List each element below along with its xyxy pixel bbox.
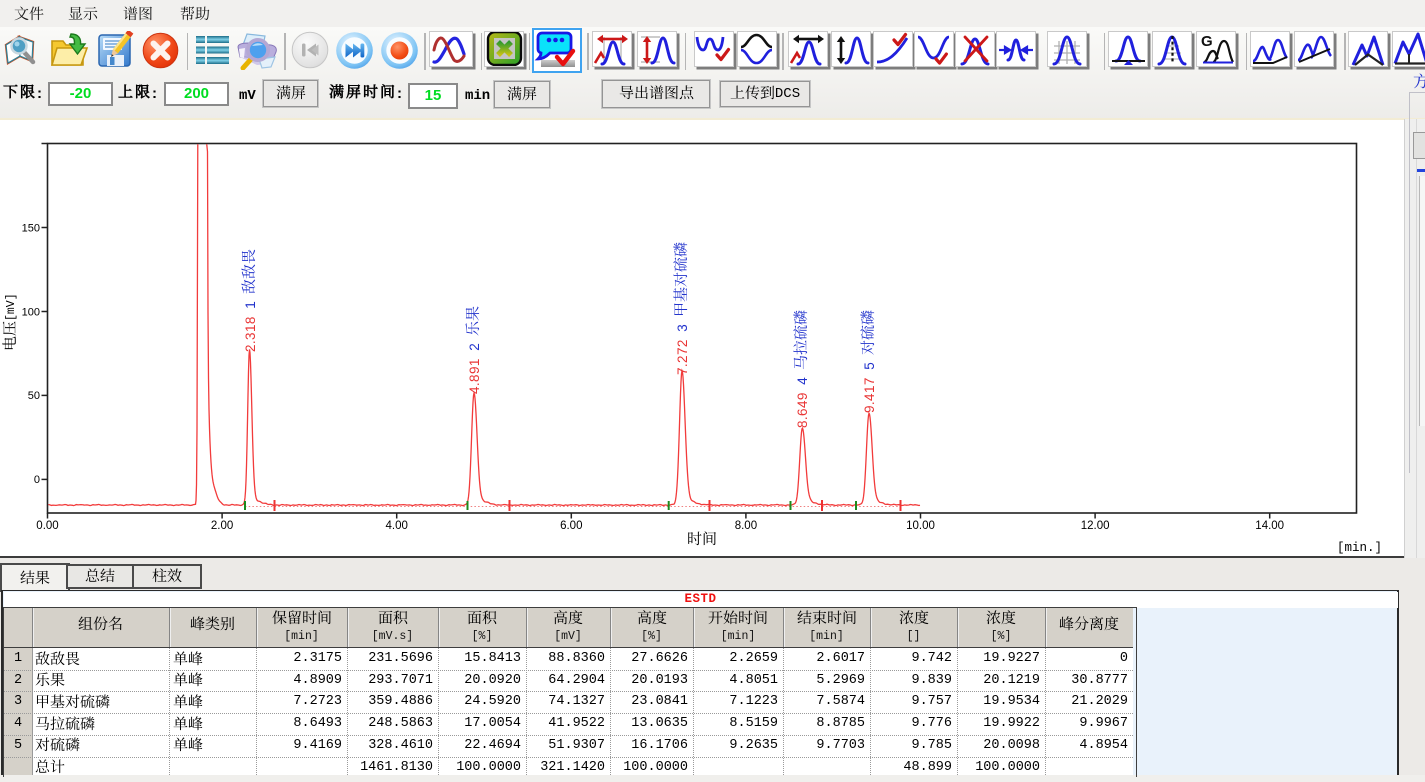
- svg-text:[min.]: [min.]: [1337, 541, 1382, 555]
- svg-text:G: G: [1201, 33, 1213, 50]
- svg-text:50: 50: [28, 390, 40, 402]
- svg-text:0.00: 0.00: [36, 520, 58, 532]
- svg-text:12.00: 12.00: [1081, 520, 1110, 532]
- svg-text:100: 100: [22, 306, 40, 318]
- svg-text:150: 150: [22, 222, 40, 234]
- svg-text:2.00: 2.00: [211, 520, 233, 532]
- svg-text:0: 0: [34, 474, 40, 486]
- svg-text:14.00: 14.00: [1255, 520, 1284, 532]
- svg-text:6.00: 6.00: [560, 520, 582, 532]
- svg-text:4.00: 4.00: [386, 520, 408, 532]
- svg-text:10.00: 10.00: [906, 520, 935, 532]
- svg-text:8.00: 8.00: [735, 520, 757, 532]
